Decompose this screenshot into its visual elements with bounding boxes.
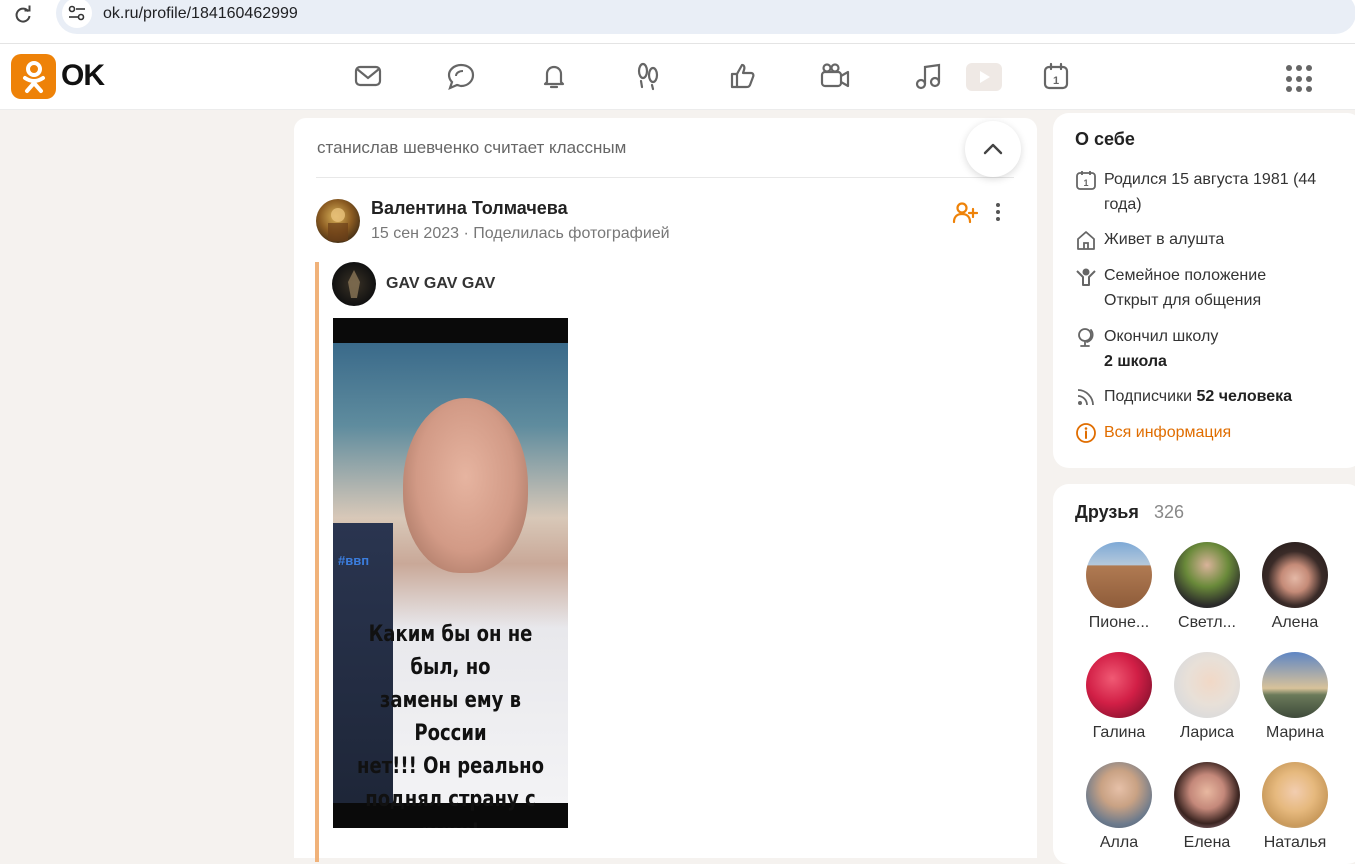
liked-by-text[interactable]: станислав шевченко считает классным (317, 138, 626, 158)
info-icon (1076, 423, 1096, 443)
subscribers-value: 52 человека (1196, 388, 1293, 405)
post-action: Поделилась фотографией (473, 225, 670, 242)
friend-name[interactable]: Светл... (1163, 614, 1251, 632)
friend-name[interactable]: Наталья (1251, 834, 1339, 852)
school-text: Окончил школу 2 школа (1104, 324, 1344, 374)
group-avatar[interactable] (332, 262, 376, 306)
more-options-icon[interactable] (991, 200, 1005, 224)
notifications-icon[interactable] (538, 60, 570, 92)
friend-item[interactable]: Галина (1075, 652, 1163, 742)
friend-name[interactable]: Галина (1075, 724, 1163, 742)
post-date[interactable]: 15 сен 2023 (371, 225, 459, 242)
about-title: О себе (1075, 129, 1135, 149)
globe-icon (1078, 328, 1094, 347)
friend-item[interactable]: Марина (1251, 652, 1339, 742)
friend-name[interactable]: Марина (1251, 724, 1339, 742)
friend-name[interactable]: Алена (1251, 614, 1339, 632)
friends-title[interactable]: Друзья (1075, 502, 1139, 523)
divider (316, 177, 1014, 178)
school-row: Окончил школу 2 школа (1075, 324, 1345, 376)
music-icon[interactable] (912, 60, 944, 92)
friend-avatar[interactable] (1262, 652, 1328, 718)
subscribers-row[interactable]: Подписчики 52 человека (1075, 384, 1345, 410)
family-row: Семейное положение Открыт для общения (1075, 263, 1345, 315)
home-icon (1077, 231, 1095, 250)
reactions-icon[interactable] (726, 60, 758, 92)
friend-avatar[interactable] (1086, 762, 1152, 828)
apps-menu-icon[interactable] (1286, 65, 1314, 93)
friend-name[interactable]: Лариса (1163, 724, 1251, 742)
friend-item[interactable]: Пионе... (1075, 542, 1163, 632)
photo-portrait (403, 398, 528, 573)
friend-name[interactable]: Пионе... (1075, 614, 1163, 632)
site-header: OK 1 (0, 44, 1355, 110)
friend-item[interactable]: Лариса (1163, 652, 1251, 742)
browser-toolbar: ok.ru/profile/184160462999 (0, 0, 1355, 44)
url-text[interactable]: ok.ru/profile/184160462999 (103, 5, 298, 23)
about-card: О себе 1 Родился 15 августа 1981 (44 год… (1053, 113, 1355, 468)
family-status-icon (1076, 268, 1096, 286)
friend-item[interactable]: Наталья (1251, 762, 1339, 852)
birth-text: Родился 15 августа 1981 (44 года) (1104, 171, 1317, 213)
all-info-text[interactable]: Вся информация (1104, 420, 1344, 445)
group-name[interactable]: GAV GAV GAV (386, 275, 495, 293)
friend-item[interactable]: Алена (1251, 542, 1339, 632)
chevron-up-icon (983, 143, 1003, 155)
feed-post-card: станислав шевченко считает классным Вале… (294, 118, 1037, 862)
discussions-icon[interactable] (445, 60, 477, 92)
subscribers-label: Подписчики (1104, 388, 1193, 405)
svg-text:1: 1 (1083, 178, 1088, 188)
lives-text: Живет в алушта (1104, 231, 1225, 248)
calendar-icon: 1 (1076, 171, 1096, 190)
family-text: Семейное положение Открыт для общения (1104, 263, 1344, 313)
post-author-name[interactable]: Валентина Толмачева (371, 198, 568, 219)
friend-name[interactable]: Алла (1075, 834, 1163, 852)
friend-item[interactable]: Алла (1075, 762, 1163, 852)
video-icon[interactable] (819, 60, 851, 92)
photo-image: #ввп Каким бы он не был, но замены ему в… (333, 343, 568, 828)
friend-name[interactable]: Елена (1163, 834, 1251, 852)
photo-caption: Каким бы он не был, но замены ему в Росс… (356, 622, 544, 828)
all-info-link[interactable]: Вся информация (1075, 420, 1345, 446)
friends-count[interactable]: 326 (1154, 502, 1184, 523)
guests-icon[interactable] (632, 60, 664, 92)
school-value[interactable]: 2 школа (1104, 349, 1344, 374)
reload-icon[interactable] (13, 5, 33, 25)
friend-avatar[interactable] (1262, 542, 1328, 608)
messages-icon[interactable] (352, 60, 384, 92)
friend-avatar[interactable] (1086, 652, 1152, 718)
friend-avatar[interactable] (1174, 652, 1240, 718)
school-label: Окончил школу (1104, 328, 1219, 345)
photo-hashtag: #ввп (338, 553, 370, 568)
video-player-icon[interactable] (966, 63, 1002, 91)
add-friend-icon[interactable] (952, 200, 978, 226)
post-meta: 15 сен 2023 · Поделилась фотографией (371, 225, 670, 243)
post-photo[interactable]: #ввп Каким бы он не был, но замены ему в… (333, 318, 568, 828)
author-avatar[interactable] (316, 199, 360, 243)
repost-bar (315, 262, 319, 862)
ok-logo-icon[interactable] (11, 54, 56, 99)
friend-avatar[interactable] (1262, 762, 1328, 828)
friend-item[interactable]: Елена (1163, 762, 1251, 852)
friend-avatar[interactable] (1086, 542, 1152, 608)
logo-text[interactable]: OK (61, 59, 105, 93)
family-label: Семейное положение (1104, 267, 1267, 284)
rss-icon (1077, 389, 1094, 406)
scroll-up-button[interactable] (965, 121, 1021, 177)
meta-separator: · (463, 225, 469, 242)
friends-card: Друзья 326 Пионе... Светл... Алена Галин… (1053, 484, 1355, 864)
friend-item[interactable]: Светл... (1163, 542, 1251, 632)
svg-text:1: 1 (1053, 75, 1059, 87)
subscribers-text: Подписчики 52 человека (1104, 384, 1344, 409)
friend-avatar[interactable] (1174, 542, 1240, 608)
family-value: Открыт для общения (1104, 292, 1262, 309)
calendar-icon[interactable]: 1 (1040, 60, 1072, 92)
friend-avatar[interactable] (1174, 762, 1240, 828)
lives-row: Живет в алушта (1075, 227, 1345, 253)
birth-row: 1 Родился 15 августа 1981 (44 года) (1075, 167, 1345, 219)
